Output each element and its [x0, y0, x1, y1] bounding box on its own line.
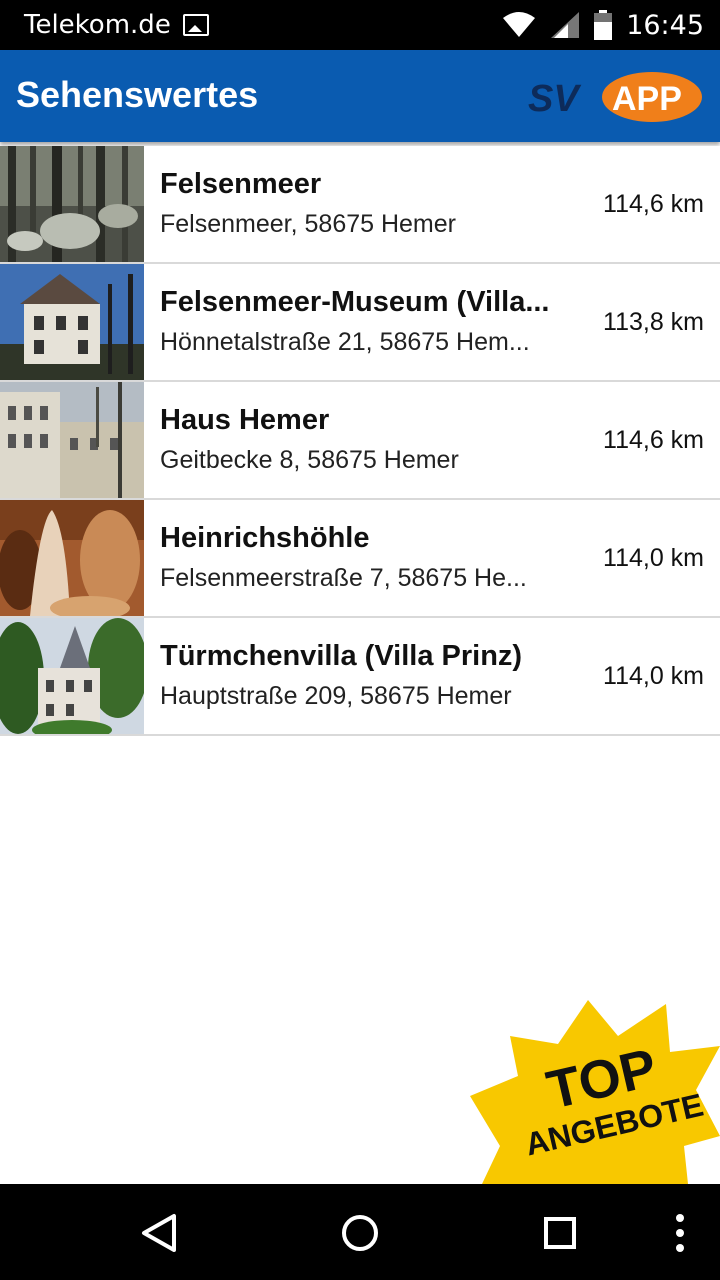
- list-item[interactable]: Heinrichshöhle Felsenmeerstraße 7, 58675…: [0, 500, 720, 618]
- back-icon[interactable]: [134, 1208, 184, 1258]
- page-title: Sehenswertes: [16, 74, 259, 115]
- item-distance: 114,0 km: [603, 544, 704, 572]
- list-item[interactable]: Felsenmeer-Museum (Villa... Hönnetalstra…: [0, 264, 720, 382]
- list-item[interactable]: Türmchenvilla (Villa Prinz) Hauptstraße …: [0, 618, 720, 736]
- signal-icon: [551, 12, 580, 38]
- manor-house-image: [0, 382, 144, 498]
- item-distance: 114,6 km: [603, 426, 704, 454]
- logo-sv-text: SV: [528, 78, 581, 120]
- item-name: Felsenmeer-Museum (Villa...: [160, 286, 550, 318]
- item-address: Hauptstraße 209, 58675 Hemer: [160, 682, 512, 710]
- item-address: Geitbecke 8, 58675 Hemer: [160, 446, 459, 474]
- battery-icon: [594, 10, 613, 40]
- wifi-icon: [503, 12, 536, 37]
- villa-image: [0, 264, 144, 380]
- item-name: Haus Hemer: [160, 404, 330, 436]
- item-address: Felsenmeerstraße 7, 58675 He...: [160, 564, 527, 592]
- item-address: Felsenmeer, 58675 Hemer: [160, 210, 456, 238]
- list-item[interactable]: Haus Hemer Geitbecke 8, 58675 Hemer 114,…: [0, 382, 720, 500]
- item-distance: 114,0 km: [603, 662, 704, 690]
- top-angebote-badge[interactable]: TOP ANGEBOTE: [470, 996, 720, 1184]
- item-distance: 113,8 km: [603, 308, 704, 336]
- item-name: Türmchenvilla (Villa Prinz): [160, 640, 523, 672]
- sights-list: Felsenmeer Felsenmeer, 58675 Hemer 114,6…: [0, 146, 720, 736]
- carrier-name: Telekom.de: [24, 10, 171, 40]
- home-icon[interactable]: [335, 1208, 385, 1258]
- image-notification-icon: [182, 14, 209, 36]
- status-bar: Telekom.de 16:45: [0, 0, 720, 50]
- sv-app-logo[interactable]: SV APP: [528, 70, 704, 124]
- navigation-bar: [0, 1184, 720, 1280]
- app-bar: Sehenswertes SV APP: [0, 50, 720, 142]
- item-name: Felsenmeer: [160, 168, 322, 200]
- clock: 16:45: [626, 9, 704, 41]
- item-address: Hönnetalstraße 21, 58675 Hem...: [160, 328, 530, 356]
- more-icon[interactable]: [655, 1208, 705, 1258]
- cave-image: [0, 500, 144, 616]
- recents-icon[interactable]: [535, 1208, 585, 1258]
- item-distance: 114,6 km: [603, 190, 704, 218]
- logo-app-text: APP: [612, 80, 682, 118]
- list-item[interactable]: Felsenmeer Felsenmeer, 58675 Hemer 114,6…: [0, 146, 720, 264]
- forest-rocks-image: [0, 146, 144, 262]
- item-name: Heinrichshöhle: [160, 522, 370, 554]
- tower-villa-image: [0, 618, 144, 734]
